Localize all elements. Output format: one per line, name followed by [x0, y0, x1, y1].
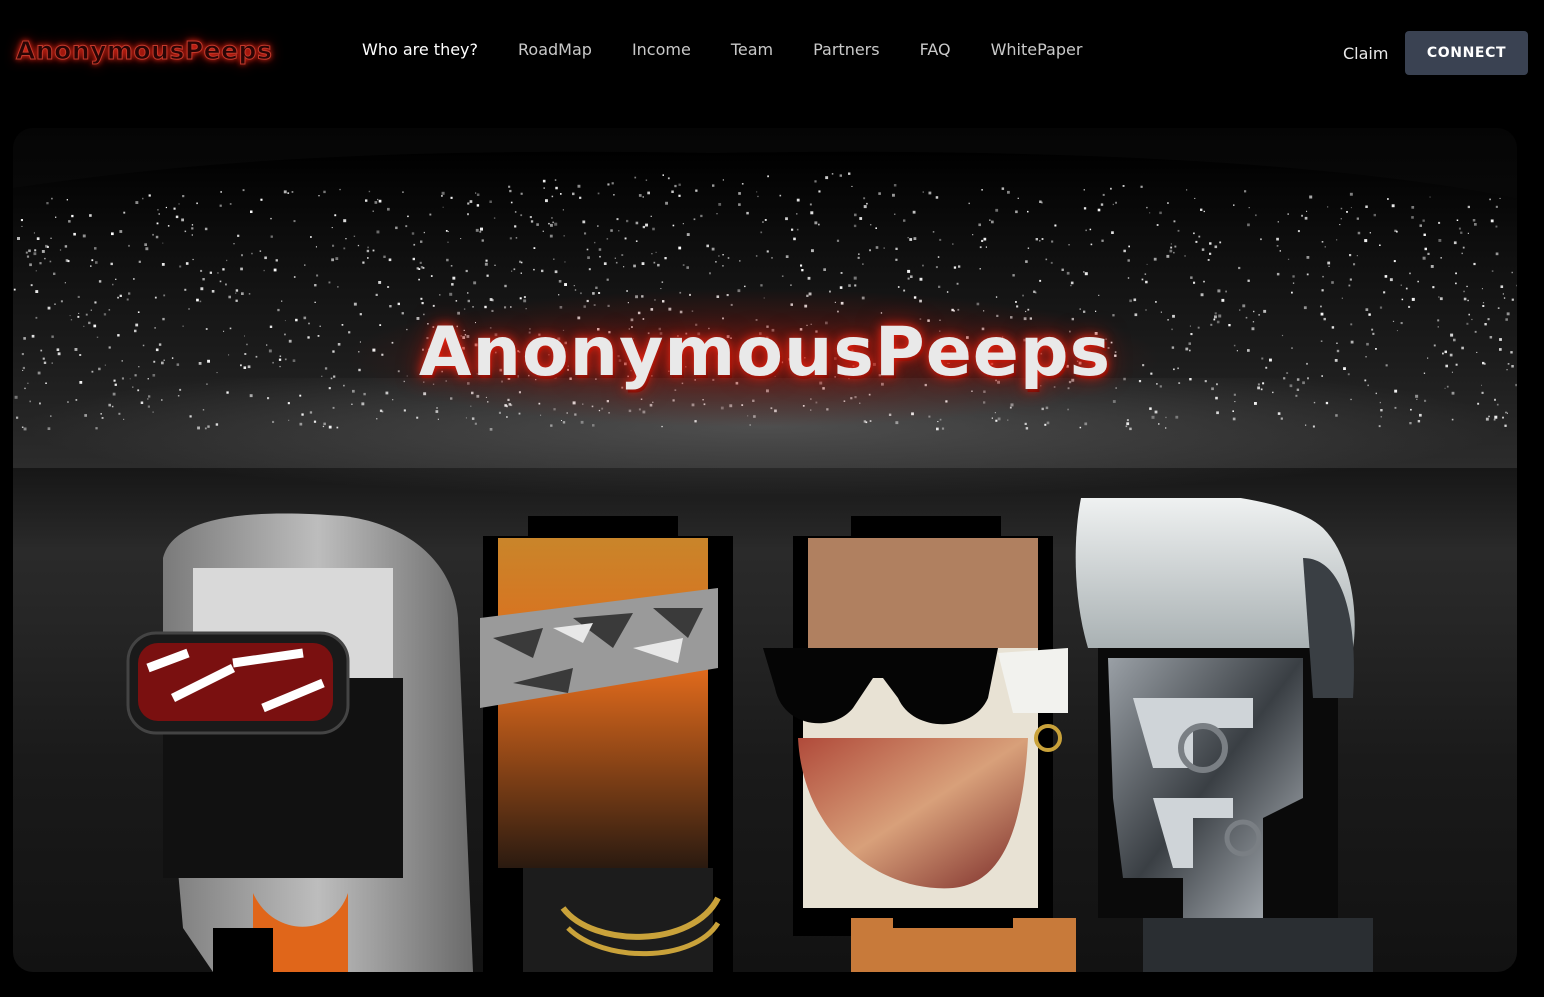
site-header: AnonymousPeeps Who are they? RoadMap Inc…: [0, 0, 1544, 100]
connect-button[interactable]: CONNECT: [1405, 31, 1528, 75]
nav-item-team[interactable]: Team: [711, 40, 793, 60]
claim-link[interactable]: Claim: [1343, 44, 1388, 64]
site-logo[interactable]: AnonymousPeeps: [15, 36, 272, 66]
peep-4: [1075, 498, 1373, 972]
nav-item-income[interactable]: Income: [612, 40, 711, 60]
peep-3: [763, 516, 1076, 972]
nav-item-roadmap[interactable]: RoadMap: [498, 40, 612, 60]
peep-2: [480, 516, 733, 972]
nav-item-whitepaper[interactable]: WhitePaper: [971, 40, 1103, 60]
peeps-artwork: [126, 498, 1373, 972]
hero-title: AnonymousPeeps: [418, 313, 1112, 392]
nav-item-partners[interactable]: Partners: [793, 40, 899, 60]
nav-item-faq[interactable]: FAQ: [900, 40, 971, 60]
hero-banner: AnonymousPeeps: [13, 128, 1517, 972]
main-nav: Who are they? RoadMap Income Team Partne…: [342, 40, 1102, 60]
page: AnonymousPeeps Who are they? RoadMap Inc…: [0, 0, 1544, 997]
peep-1: [126, 513, 473, 972]
nav-item-who-are-they[interactable]: Who are they?: [342, 40, 498, 60]
